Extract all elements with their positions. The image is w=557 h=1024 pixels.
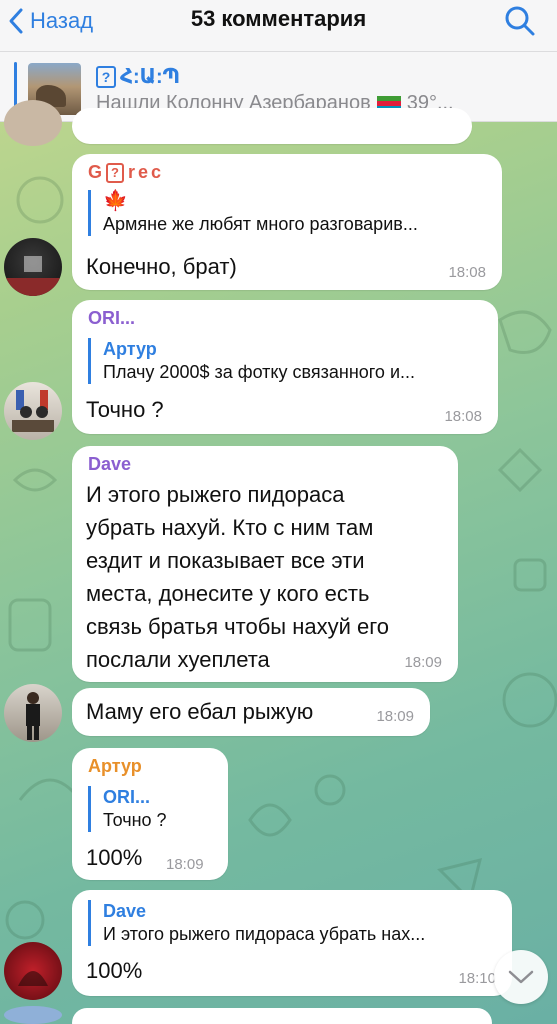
message-time: 18:08	[444, 408, 482, 425]
chevron-down-icon	[508, 970, 534, 984]
unknown-glyph-icon: ?	[106, 162, 125, 183]
avatar[interactable]	[4, 100, 62, 146]
scroll-down-button[interactable]	[494, 950, 548, 1004]
message-text: 100%	[86, 958, 143, 983]
message-line: места, донесите у кого есть	[86, 581, 370, 606]
reply-quote[interactable]: Артур Плачу 2000$ за фотку связанного и.…	[88, 338, 484, 384]
avatar-image	[4, 256, 62, 296]
unknown-glyph-icon: ?	[96, 65, 116, 88]
message-bubble-partial[interactable]	[72, 108, 472, 144]
message-sender: Артур	[88, 756, 142, 776]
reply-author: 🍁	[103, 190, 128, 212]
avatar[interactable]	[4, 942, 62, 1000]
message-text: 100%	[86, 845, 143, 870]
message-bubble[interactable]: Dave И этого рыжего пидораса убрать нах.…	[72, 890, 512, 996]
search-icon	[505, 6, 535, 36]
message-bubble[interactable]: Dave И этого рыжего пидораса убрать наху…	[72, 446, 458, 682]
avatar-image	[26, 692, 40, 740]
message-time: 18:10	[458, 970, 496, 987]
message-bubble-partial[interactable]	[72, 1008, 492, 1024]
message-bubble[interactable]: G? rec 🍁 Армяне же любят много разговарив…	[72, 154, 502, 290]
message-time: 18:09	[376, 708, 414, 725]
avatar[interactable]	[4, 1006, 62, 1024]
avatar-image	[12, 390, 54, 432]
pinned-title-text: Հ:Ա:Պ	[120, 66, 180, 88]
message-text: И этого рыжего пидораса убрать нахуй. Кт…	[86, 478, 389, 676]
message-bubble[interactable]: ORI... Артур Плачу 2000$ за фотку связан…	[72, 300, 498, 434]
message-time: 18:09	[404, 654, 442, 671]
message-text: Точно ?	[86, 397, 164, 422]
avatar-image	[18, 971, 48, 986]
reply-text: Плачу 2000$ за фотку связанного и...	[103, 362, 416, 382]
avatar[interactable]	[4, 382, 62, 440]
reply-text: Точно ?	[103, 810, 167, 830]
message-line: убрать нахуй. Кто с ним там	[86, 515, 374, 540]
message-bubble[interactable]: Артур ORI... Точно ? 100% 18:09	[72, 748, 228, 880]
message-sender: ORI...	[88, 308, 136, 328]
message-line: послали хуеплета	[86, 647, 270, 672]
message-line: связь братья чтобы нахуй его	[86, 614, 390, 639]
message-line: ездит и показывает все эти	[86, 548, 365, 573]
message-sender: Dave	[88, 454, 132, 474]
reply-author: Dave	[103, 901, 147, 921]
reply-text: Армяне же любят много разговарив...	[103, 214, 418, 234]
back-button[interactable]: Назад	[8, 6, 93, 36]
nav-header: Назад 53 комментария	[0, 0, 557, 52]
message-bubble[interactable]: Маму его ебал рыжую 18:09	[72, 688, 430, 736]
message-time: 18:08	[448, 264, 486, 281]
message-sender: G? rec	[88, 162, 165, 183]
reply-quote[interactable]: 🍁 Армяне же любят много разговарив...	[88, 190, 488, 236]
message-line: И этого рыжего пидораса	[86, 482, 345, 507]
message-text: Конечно, брат)	[86, 254, 237, 279]
pinned-title: ? Հ:Ա:Պ	[96, 64, 180, 89]
chevron-left-icon	[9, 8, 23, 34]
reply-author: Артур	[103, 339, 157, 359]
message-time: 18:09	[166, 856, 204, 873]
reply-quote[interactable]: Dave И этого рыжего пидораса убрать нах.…	[88, 900, 498, 946]
reply-quote[interactable]: ORI... Точно ?	[88, 786, 214, 832]
avatar[interactable]	[4, 238, 62, 296]
message-text: Маму его ебал рыжую	[86, 699, 314, 724]
search-button[interactable]	[503, 4, 537, 43]
reply-text: И этого рыжего пидораса убрать нах...	[103, 924, 426, 944]
reply-author: ORI...	[103, 787, 151, 807]
back-label: Назад	[30, 8, 94, 33]
avatar[interactable]	[4, 684, 62, 742]
